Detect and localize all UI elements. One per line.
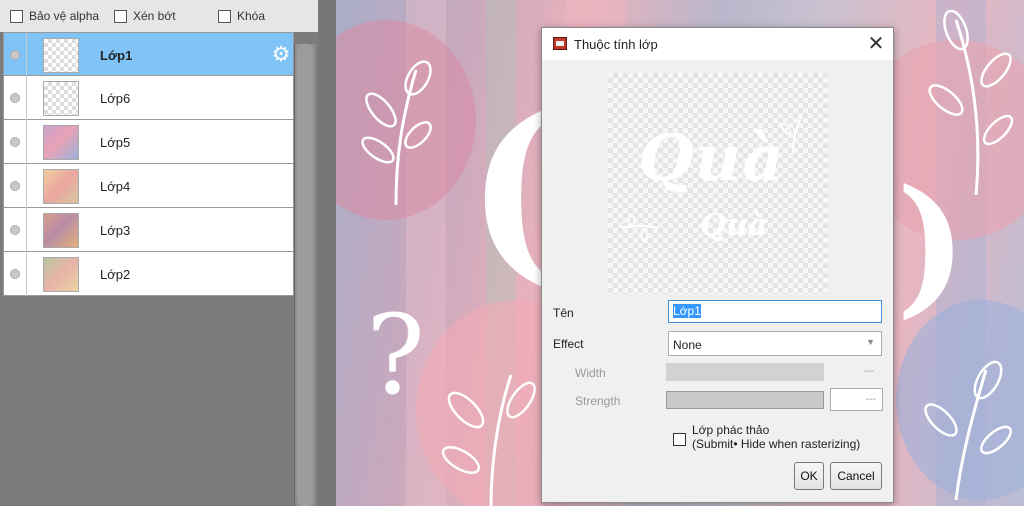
lock-label: Khóa bbox=[237, 9, 266, 23]
dialog-titlebar[interactable]: Thuộc tính lớp ✕ bbox=[542, 28, 893, 60]
visibility-dot-icon[interactable] bbox=[10, 93, 20, 103]
close-icon[interactable]: ✕ bbox=[864, 32, 888, 56]
alpha-protect-checkbox[interactable] bbox=[10, 9, 23, 23]
layer-row[interactable]: Lớp3 bbox=[3, 208, 294, 252]
width-value: --- bbox=[864, 366, 874, 377]
leaf-branch-icon bbox=[621, 214, 659, 242]
divider bbox=[26, 76, 27, 120]
layer-thumbnail bbox=[43, 169, 79, 204]
leaf-branch-icon bbox=[924, 360, 1012, 500]
alpha-protect-label: Bảo vệ alpha bbox=[29, 9, 100, 23]
chevron-down-icon: ▼ bbox=[866, 337, 875, 347]
visibility-dot-icon[interactable] bbox=[10, 269, 20, 279]
effect-label: Effect bbox=[553, 337, 584, 351]
draft-label-line2: (Submit• Hide when rasterizing) bbox=[692, 437, 861, 451]
layer-row[interactable]: Lớp5 bbox=[3, 120, 294, 164]
leaf-branch-icon bbox=[441, 374, 536, 506]
layer-thumbnail bbox=[43, 125, 79, 160]
leaf-branch-icon bbox=[928, 10, 1014, 196]
layer-row[interactable]: Lớp6 bbox=[3, 76, 294, 120]
layer-preview: Quà Quà bbox=[608, 73, 828, 294]
cancel-button[interactable]: Cancel bbox=[830, 462, 882, 490]
leaf-branch-icon bbox=[780, 114, 803, 153]
draft-label-line1: Lớp phác thảo bbox=[692, 423, 770, 437]
selected-text: Lớp1 bbox=[673, 304, 701, 318]
divider bbox=[26, 33, 27, 77]
layer-thumbnail bbox=[43, 81, 79, 116]
divider bbox=[26, 208, 27, 252]
divider bbox=[26, 252, 27, 296]
lock-checkbox[interactable] bbox=[218, 9, 231, 23]
visibility-dot-icon[interactable] bbox=[10, 181, 20, 191]
layer-name: Lớp4 bbox=[100, 179, 131, 194]
layer-row[interactable]: Lớp2 bbox=[3, 252, 294, 296]
strength-input[interactable]: --- bbox=[830, 388, 883, 411]
layer-name: Lớp2 bbox=[100, 267, 131, 282]
layer-thumbnail bbox=[43, 38, 79, 73]
preview-text-sub: Quà bbox=[700, 208, 768, 243]
layer-panel: Bảo vệ alpha Xén bớt Khóa Lớp1 ⚙ Lớp6 Lớ… bbox=[0, 0, 318, 506]
strength-value: --- bbox=[866, 394, 876, 405]
lock-option[interactable]: Khóa bbox=[218, 9, 265, 23]
layer-name: Lớp3 bbox=[100, 223, 131, 238]
ok-button[interactable]: OK bbox=[794, 462, 824, 490]
divider bbox=[26, 164, 27, 208]
layer-options-bar: Bảo vệ alpha Xén bớt Khóa bbox=[0, 0, 318, 32]
layer-list: Lớp1 ⚙ Lớp6 Lớp5 Lớp4 Lớp3 Lớp2 bbox=[3, 32, 294, 296]
alpha-protect-option[interactable]: Bảo vệ alpha bbox=[10, 9, 99, 23]
layer-properties-dialog: Thuộc tính lớp ✕ Quà Quà Tên Lớp1 Effect… bbox=[541, 27, 894, 503]
leaf-branch-icon bbox=[361, 60, 432, 206]
visibility-dot-icon[interactable] bbox=[10, 50, 20, 60]
clip-checkbox[interactable] bbox=[114, 9, 127, 23]
layer-row[interactable]: Lớp1 ⚙ bbox=[3, 32, 294, 77]
layer-panel-scrollbar[interactable] bbox=[294, 44, 316, 506]
effect-dropdown[interactable]: None ▼ bbox=[668, 331, 882, 356]
clip-label: Xén bớt bbox=[133, 9, 176, 23]
effect-value: None bbox=[673, 338, 702, 352]
strength-label: Strength bbox=[575, 394, 621, 408]
app-icon bbox=[553, 37, 567, 50]
gear-icon[interactable]: ⚙ bbox=[270, 44, 292, 66]
width-label: Width bbox=[575, 366, 606, 380]
name-label: Tên bbox=[553, 306, 574, 320]
visibility-dot-icon[interactable] bbox=[10, 225, 20, 235]
width-slider bbox=[666, 363, 824, 381]
layer-row[interactable]: Lớp4 bbox=[3, 164, 294, 208]
layer-name: Lớp5 bbox=[100, 135, 131, 150]
visibility-dot-icon[interactable] bbox=[10, 137, 20, 147]
layer-name: Lớp1 bbox=[100, 48, 133, 63]
art-swirl-decoration: ? bbox=[366, 291, 425, 419]
preview-text-main: Quà bbox=[638, 121, 785, 196]
dialog-body: Quà Quà Tên Lớp1 Effect None ▼ Width ---… bbox=[542, 60, 893, 502]
draft-layer-label: Lớp phác thảo (Submit• Hide when rasteri… bbox=[692, 423, 860, 451]
layer-thumbnail bbox=[43, 213, 79, 248]
draft-layer-checkbox[interactable] bbox=[673, 433, 686, 446]
clip-option[interactable]: Xén bớt bbox=[114, 9, 176, 23]
layer-thumbnail bbox=[43, 257, 79, 292]
scrollbar-thumb[interactable] bbox=[297, 44, 313, 506]
dialog-title: Thuộc tính lớp bbox=[574, 37, 658, 52]
layer-name-input[interactable]: Lớp1 bbox=[668, 300, 882, 323]
strength-slider[interactable] bbox=[666, 391, 824, 409]
layer-name: Lớp6 bbox=[100, 91, 131, 106]
divider bbox=[26, 120, 27, 164]
